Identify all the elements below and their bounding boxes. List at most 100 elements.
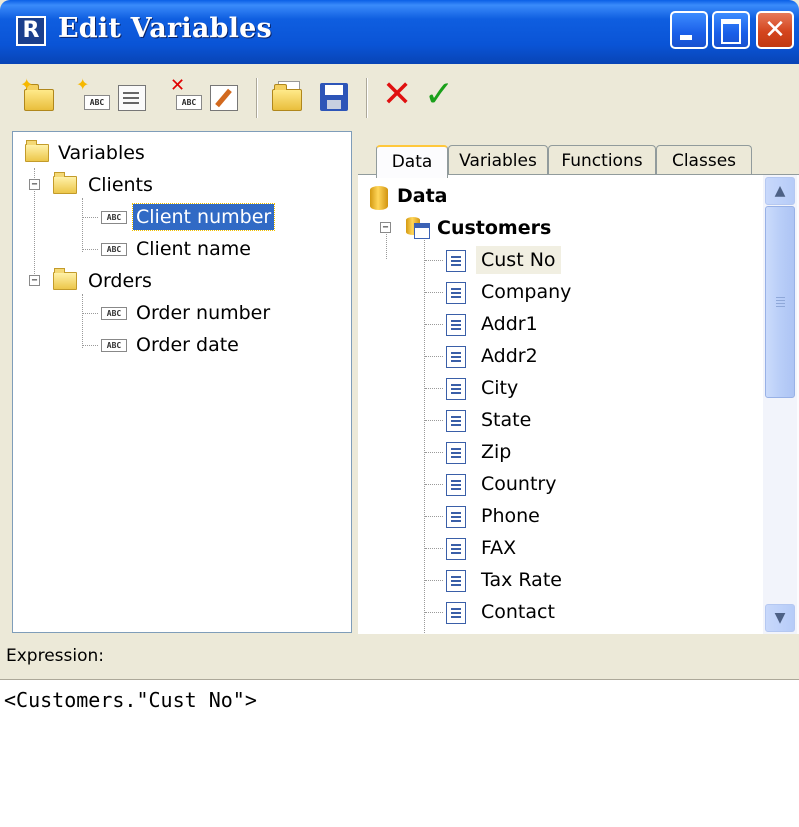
scroll-thumb[interactable]: [765, 206, 795, 398]
tree-item-order-number[interactable]: ABC Order number: [21, 298, 341, 328]
abc-variable-icon: ABC: [101, 307, 127, 320]
minimize-button[interactable]: [670, 11, 708, 49]
dataset-customers[interactable]: − Customers: [368, 213, 748, 243]
field-icon: [446, 314, 466, 336]
tree-label: Order date: [136, 334, 239, 356]
field-item[interactable]: Contact: [368, 597, 748, 627]
tree-label: Orders: [88, 270, 152, 292]
toolbar-separator: [366, 78, 368, 118]
tree-item-client-number[interactable]: ABC Client number: [21, 202, 341, 232]
collapse-icon[interactable]: −: [380, 222, 391, 233]
tree-category-clients[interactable]: − Clients: [21, 170, 341, 200]
scroll-down-button[interactable]: ▼: [765, 604, 795, 632]
new-variable-button[interactable]: ABC ✦: [76, 75, 112, 115]
expression-label: Expression:: [6, 646, 105, 666]
variables-tree[interactable]: Variables − Clients ABC Client number AB…: [12, 131, 352, 633]
tree-item-order-date[interactable]: ABC Order date: [21, 330, 341, 360]
edit-button[interactable]: [206, 79, 242, 115]
collapse-icon[interactable]: −: [29, 179, 40, 190]
field-icon: [446, 570, 466, 592]
tree-label: Cust No: [476, 246, 561, 274]
field-icon: [446, 282, 466, 304]
field-item[interactable]: Zip: [368, 437, 748, 467]
tree-label: Variables: [58, 142, 145, 164]
edit-icon: [210, 85, 238, 111]
close-icon: ✕: [764, 15, 786, 45]
field-item[interactable]: City: [368, 373, 748, 403]
field-item[interactable]: State: [368, 405, 748, 435]
field-item[interactable]: Tax Rate: [368, 565, 748, 595]
new-category-button[interactable]: ✦: [20, 75, 56, 115]
tree-label: Clients: [88, 174, 153, 196]
tree-label: Order number: [136, 302, 271, 324]
field-icon: [446, 378, 466, 400]
folder-icon: [53, 172, 77, 194]
field-icon: [446, 602, 466, 624]
close-button[interactable]: ✕: [756, 11, 794, 49]
vertical-scrollbar[interactable]: ▲ ▼: [763, 175, 797, 634]
field-item[interactable]: Addr2: [368, 341, 748, 371]
tree-label: Client number: [131, 203, 276, 231]
tree-label: Addr1: [481, 313, 538, 335]
tree-label: Country: [481, 473, 557, 495]
tab-functions[interactable]: Functions: [548, 145, 656, 175]
red-x-icon: ✕: [382, 74, 413, 115]
table-icon: [414, 223, 430, 239]
abc-variable-icon: ABC: [101, 339, 127, 352]
tree-label: Addr2: [481, 345, 538, 367]
abc-new-icon: ABC: [84, 95, 110, 110]
field-item[interactable]: Addr1: [368, 309, 748, 339]
field-icon: [446, 410, 466, 432]
tree-label: Client name: [136, 238, 251, 260]
expression-editor[interactable]: <Customers."Cust No">: [0, 679, 799, 827]
title-bar[interactable]: R Edit Variables ✕: [0, 0, 799, 64]
scroll-up-button[interactable]: ▲: [765, 177, 795, 205]
tab-classes[interactable]: Classes: [656, 145, 752, 175]
sparkle-icon: ✦: [20, 75, 34, 94]
sparkle-icon: ✦: [76, 75, 90, 94]
folder-icon: [53, 268, 77, 290]
field-icon: [446, 442, 466, 464]
data-tree[interactable]: Data − Customers Cust No Company Addr1 Addr…: [358, 175, 763, 634]
field-item[interactable]: FAX: [368, 533, 748, 563]
toolbar: ✦ ABC ✦ ABC ✕ ✕ ✓: [0, 64, 799, 130]
abc-delete-icon: ABC: [176, 95, 202, 110]
data-root[interactable]: Data: [368, 181, 748, 211]
tree-item-client-name[interactable]: ABC Client name: [21, 234, 341, 264]
field-icon: [446, 474, 466, 496]
minimize-icon: [680, 35, 692, 40]
tree-label: State: [481, 409, 532, 431]
tab-panel-data: Data − Customers Cust No Company Addr1 Addr…: [358, 174, 799, 634]
delete-button[interactable]: ABC ✕: [168, 75, 204, 115]
tree-label: Contact: [481, 601, 555, 623]
maximize-icon: [721, 19, 741, 44]
collapse-icon[interactable]: −: [29, 275, 40, 286]
tree-category-orders[interactable]: − Orders: [21, 266, 341, 296]
inspector-pane: Data Variables Functions Classes Data − …: [358, 131, 799, 634]
dataset-icon: [406, 217, 432, 239]
maximize-button[interactable]: [712, 11, 750, 49]
field-item[interactable]: Phone: [368, 501, 748, 531]
ok-button[interactable]: ✓: [422, 75, 458, 115]
tab-data[interactable]: Data: [376, 145, 448, 178]
app-icon: R: [16, 16, 46, 46]
edit-variables-window: R Edit Variables ✕ ✦ ABC ✦ ABC ✕ ✕ ✓ Var…: [0, 0, 799, 827]
edit-properties-button[interactable]: [114, 79, 150, 115]
field-item[interactable]: Cust No: [368, 245, 748, 275]
field-item[interactable]: Company: [368, 277, 748, 307]
tree-label: Customers: [437, 217, 552, 239]
red-x-small-icon: ✕: [170, 75, 186, 96]
tree-label: Data: [397, 185, 448, 207]
tree-label: Phone: [481, 505, 540, 527]
open-button[interactable]: [268, 79, 304, 115]
tab-variables[interactable]: Variables: [448, 145, 548, 175]
tree-root-variables[interactable]: Variables: [21, 138, 341, 168]
folder-icon: [272, 84, 302, 111]
cancel-button[interactable]: ✕: [380, 75, 416, 115]
field-icon: [446, 506, 466, 528]
properties-icon: [118, 85, 146, 111]
toolbar-separator: [256, 78, 258, 118]
tree-label: FAX: [481, 537, 517, 559]
save-button[interactable]: [316, 79, 352, 115]
field-item[interactable]: Country: [368, 469, 748, 499]
